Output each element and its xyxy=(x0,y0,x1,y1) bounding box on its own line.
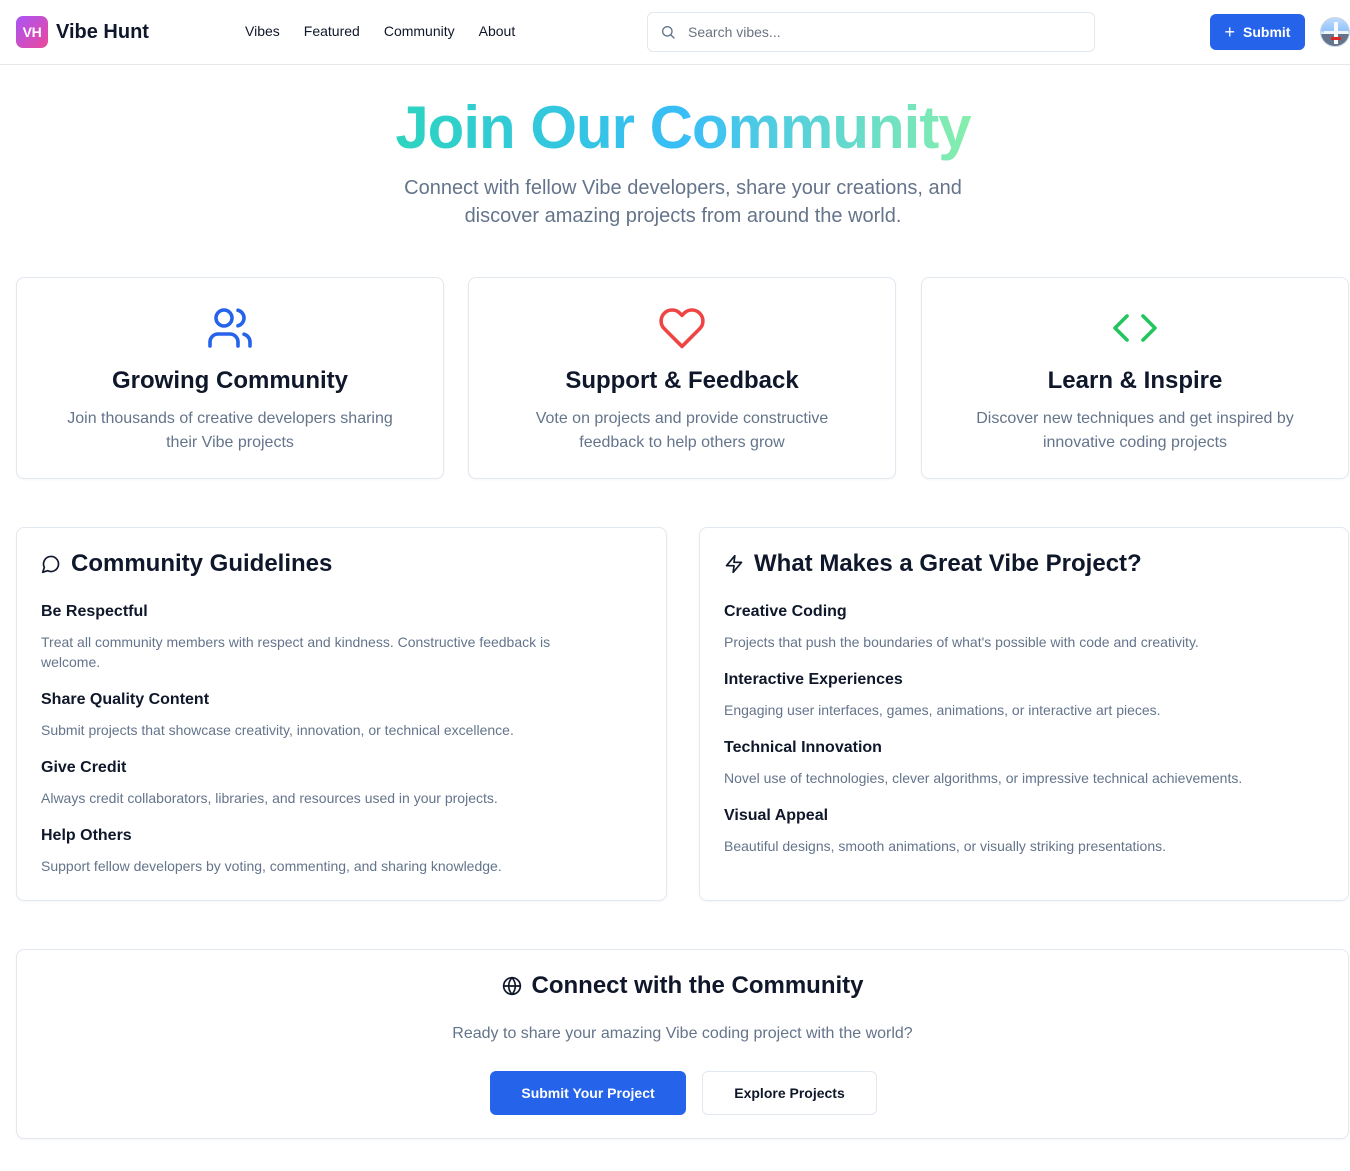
connect-title: Connect with the Community xyxy=(17,972,1348,1000)
feature-text: Discover new techniques and get inspired… xyxy=(976,410,1294,451)
guideline-title: Be Respectful xyxy=(41,603,148,620)
guidelines-panel: Community Guidelines Be Respectful Treat… xyxy=(16,527,667,901)
hero-subtitle: Connect with fellow Vibe developers, sha… xyxy=(404,177,962,227)
connect-subtitle: Ready to share your amazing Vibe coding … xyxy=(452,1025,913,1042)
search-icon xyxy=(662,26,675,39)
connect-panel: Connect with the Community Ready to shar… xyxy=(16,949,1349,1139)
criteria-title: Creative Coding xyxy=(724,603,847,620)
criteria-text: Engaging user interfaces, games, animati… xyxy=(724,702,1161,718)
avatar-image xyxy=(1321,22,1349,46)
avatar[interactable] xyxy=(1320,17,1350,47)
nav-community[interactable]: Community xyxy=(384,23,455,39)
heart-icon xyxy=(659,308,705,349)
logo-badge: VH xyxy=(16,16,48,48)
guideline-title: Share Quality Content xyxy=(41,691,210,708)
criteria-text: Novel use of technologies, clever algori… xyxy=(724,770,1243,786)
top-navbar: VH Vibe Hunt Vibes Featured Community Ab… xyxy=(0,0,1350,65)
submit-project-button[interactable]: Submit Your Project xyxy=(490,1071,686,1115)
criteria-text: Projects that push the boundaries of wha… xyxy=(724,634,1199,650)
guideline-text: Treat all community members with respect… xyxy=(41,634,551,670)
feature-title: Support & Feedback xyxy=(565,367,799,394)
great-project-title: What Makes a Great Vibe Project? xyxy=(724,550,1142,578)
zap-icon xyxy=(725,554,743,574)
nav-vibes[interactable]: Vibes xyxy=(245,23,280,39)
criteria-title: Technical Innovation xyxy=(724,739,882,756)
guidelines-title: Community Guidelines xyxy=(41,550,332,578)
guideline-text: Always credit collaborators, libraries, … xyxy=(41,790,498,806)
globe-icon xyxy=(502,976,521,996)
criteria-title: Visual Appeal xyxy=(724,807,829,824)
nav-featured[interactable]: Featured xyxy=(304,23,360,39)
feature-text: Vote on projects and provide constructiv… xyxy=(535,410,829,451)
submit-label: Submit xyxy=(1243,24,1291,40)
brand-name: Vibe Hunt xyxy=(56,20,149,43)
search-box[interactable] xyxy=(647,12,1095,52)
plus-icon: + xyxy=(1224,22,1236,42)
feature-card-growing-community: Growing Community Join thousands of crea… xyxy=(16,277,444,479)
submit-button[interactable]: + Submit xyxy=(1210,14,1305,50)
guideline-title: Help Others xyxy=(41,827,132,844)
code-icon xyxy=(1113,314,1157,342)
message-circle-icon xyxy=(41,555,60,574)
feature-card-learn-inspire: Learn & Inspire Discover new techniques … xyxy=(921,277,1349,479)
main-nav: Vibes Featured Community About xyxy=(245,23,539,39)
feature-title: Growing Community xyxy=(112,367,348,394)
users-icon xyxy=(208,308,252,348)
search-input[interactable] xyxy=(688,24,1068,40)
guideline-text: Submit projects that showcase creativity… xyxy=(41,722,514,738)
criteria-text: Beautiful designs, smooth animations, or… xyxy=(724,838,1166,854)
guideline-title: Give Credit xyxy=(41,759,127,776)
guideline-text: Support fellow developers by voting, com… xyxy=(41,858,502,874)
feature-card-support-feedback: Support & Feedback Vote on projects and … xyxy=(468,277,896,479)
brand-logo[interactable]: VH Vibe Hunt xyxy=(16,16,149,48)
nav-about[interactable]: About xyxy=(479,23,516,39)
great-project-panel: What Makes a Great Vibe Project? Creativ… xyxy=(699,527,1349,901)
feature-title: Learn & Inspire xyxy=(1047,367,1223,394)
explore-projects-button[interactable]: Explore Projects xyxy=(702,1071,877,1115)
feature-text: Join thousands of creative developers sh… xyxy=(67,410,393,451)
criteria-title: Interactive Experiences xyxy=(724,671,903,688)
page-title: Join Our Community xyxy=(395,94,971,161)
